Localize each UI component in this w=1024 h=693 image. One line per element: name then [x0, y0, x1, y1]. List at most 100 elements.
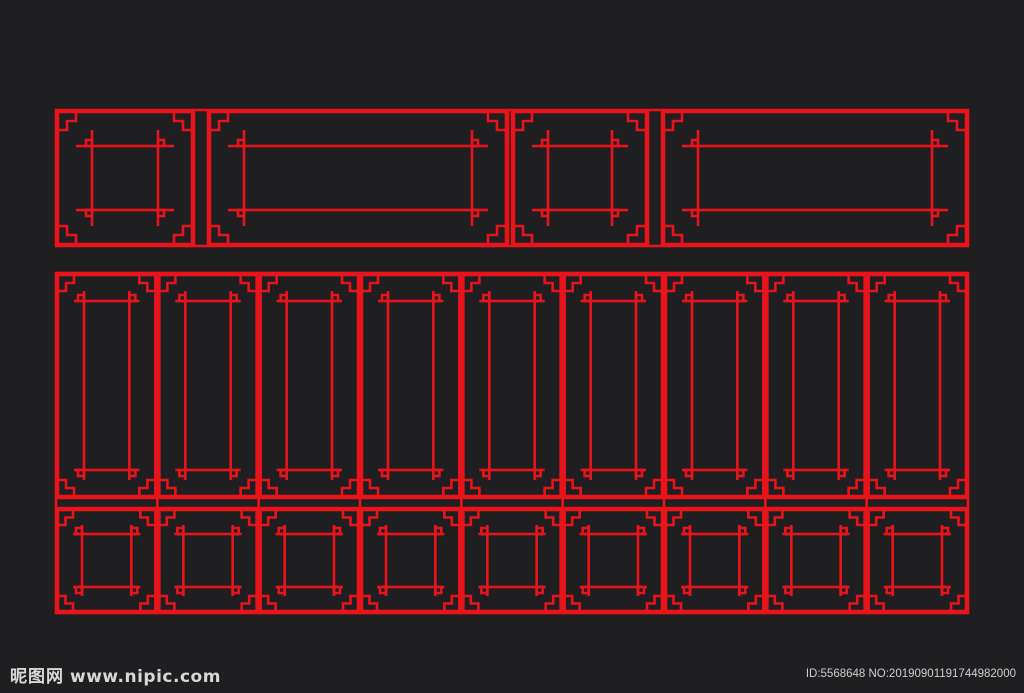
corner-motif	[240, 594, 257, 611]
corner-motif	[58, 478, 76, 496]
corner-step	[74, 585, 84, 595]
corner-motif	[564, 594, 581, 611]
corner-motif	[868, 594, 885, 611]
corner-motif	[645, 510, 662, 527]
corner-motif	[664, 112, 684, 132]
corner-step	[887, 468, 896, 478]
corner-motif	[747, 594, 764, 611]
corner-motif	[463, 478, 481, 496]
corner-motif	[172, 112, 192, 132]
corner-motif	[240, 510, 257, 527]
corner-step	[434, 526, 443, 536]
corner-step	[738, 526, 747, 536]
module-frame	[360, 273, 461, 498]
corner-motif	[544, 510, 561, 527]
corner-motif	[443, 594, 460, 611]
corner-motif	[139, 510, 156, 527]
module-frame	[563, 508, 664, 613]
corner-motif	[138, 275, 156, 293]
corner-step	[176, 526, 185, 536]
corner-motif	[746, 275, 764, 293]
module-frame	[158, 508, 258, 613]
corner-step	[434, 585, 443, 595]
corner-motif	[239, 478, 257, 496]
corner-motif	[260, 594, 277, 611]
corner-step	[482, 293, 491, 303]
corner-motif	[666, 594, 683, 611]
corner-step	[636, 585, 646, 595]
image-id-text: ID:5568648 NO:20190901191744982000	[805, 668, 1016, 680]
module-window	[386, 299, 435, 472]
corner-step	[540, 208, 550, 218]
corner-motif	[564, 478, 582, 496]
corner-step	[482, 468, 491, 478]
corner-motif	[58, 224, 78, 244]
lattice-artwork	[54, 108, 970, 615]
module-window	[792, 299, 840, 472]
corner-motif	[362, 510, 379, 527]
corner-motif	[767, 510, 784, 527]
corner-step	[229, 293, 238, 303]
corner-motif	[666, 275, 684, 293]
corner-motif	[644, 275, 662, 293]
corner-motif	[948, 478, 966, 496]
corner-step	[684, 468, 694, 478]
corner-motif	[239, 275, 257, 293]
corner-step	[583, 468, 592, 478]
module-window	[688, 532, 741, 589]
corner-step	[684, 293, 694, 303]
module-frame	[56, 508, 157, 613]
corner-motif	[564, 510, 581, 527]
module-window	[384, 532, 437, 589]
corner-motif	[463, 275, 481, 293]
corner-motif	[645, 594, 662, 611]
corner-motif	[666, 510, 683, 527]
corner-motif	[746, 478, 764, 496]
corner-step	[682, 585, 692, 595]
corner-motif	[486, 112, 506, 132]
corner-step	[332, 526, 342, 536]
corner-motif	[767, 478, 785, 496]
corner-step	[940, 585, 950, 595]
corner-step	[736, 468, 745, 478]
corner-step	[130, 526, 139, 536]
corner-step	[533, 293, 542, 303]
module-window	[587, 532, 640, 589]
corner-step	[480, 526, 489, 536]
module-frame	[158, 273, 258, 498]
corner-motif	[159, 478, 177, 496]
lattice-lines	[54, 108, 970, 615]
corner-motif	[172, 224, 192, 244]
corner-step	[533, 468, 542, 478]
module-frame	[512, 110, 648, 246]
corner-step	[690, 208, 700, 218]
corner-step	[938, 293, 948, 303]
corner-motif	[340, 275, 358, 293]
corner-step	[332, 585, 342, 595]
corner-motif	[463, 594, 480, 611]
corner-step	[277, 585, 286, 595]
module-frame	[56, 110, 194, 246]
corner-motif	[767, 275, 785, 293]
corner-step	[738, 585, 747, 595]
corner-motif	[747, 510, 764, 527]
module-frame	[360, 508, 461, 613]
corner-step	[885, 526, 894, 536]
corner-step	[231, 526, 240, 536]
module-frame	[462, 273, 562, 498]
corner-motif	[486, 224, 506, 244]
corner-step	[432, 293, 441, 303]
corner-motif	[442, 275, 460, 293]
module-frame	[563, 273, 664, 498]
corner-motif	[139, 594, 156, 611]
corner-step	[535, 526, 544, 536]
module-window	[546, 144, 614, 212]
corner-motif	[847, 478, 865, 496]
corner-motif	[260, 510, 277, 527]
corner-step	[470, 138, 480, 148]
module-frame	[664, 508, 765, 613]
corner-step	[887, 293, 896, 303]
module-window	[790, 532, 842, 589]
corner-step	[380, 293, 390, 303]
corner-step	[930, 138, 940, 148]
